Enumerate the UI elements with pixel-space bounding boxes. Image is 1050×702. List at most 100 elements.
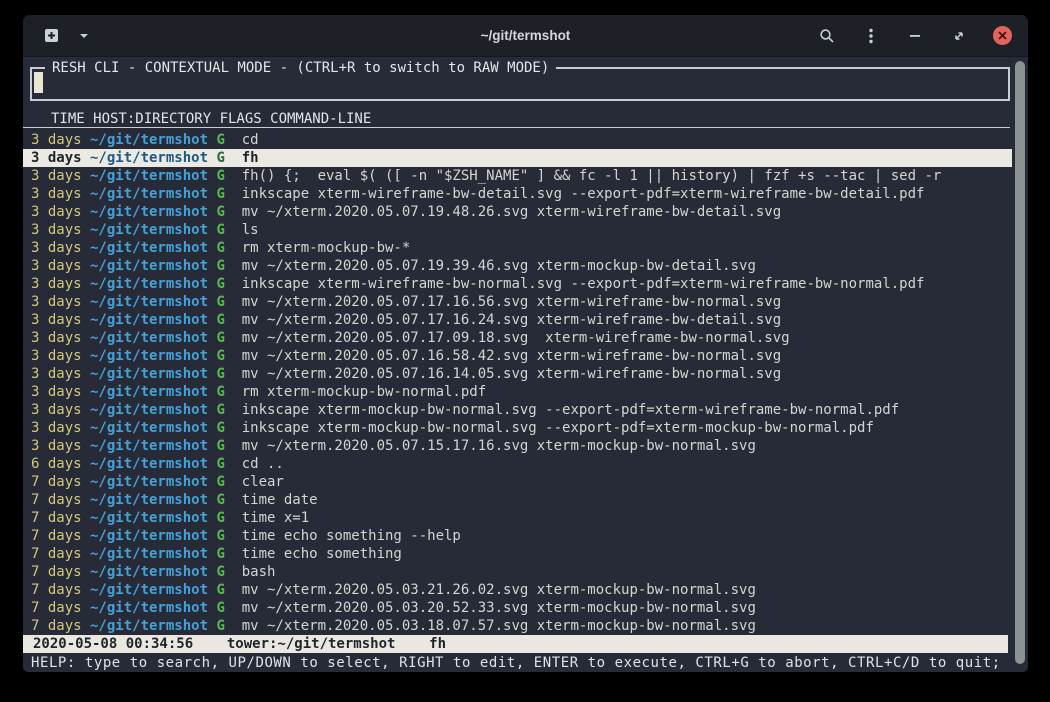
minimize-button[interactable] xyxy=(905,26,925,46)
row-host-directory: ~/git/termshot xyxy=(90,473,208,491)
restore-button[interactable] xyxy=(949,26,969,46)
row-time: 3 days xyxy=(31,383,82,401)
history-row[interactable]: 7 days ~/git/termshot G time echo someth… xyxy=(23,527,1012,545)
history-row[interactable]: 7 days ~/git/termshot G mv ~/xterm.2020.… xyxy=(23,617,1012,635)
history-row[interactable]: 3 days ~/git/termshot G inkscape xterm-m… xyxy=(23,419,1012,437)
row-command: time date xyxy=(242,491,1012,509)
row-flags: G xyxy=(216,437,224,455)
row-command: mv ~/xterm.2020.05.07.17.16.24.svg xterm… xyxy=(242,311,1012,329)
history-row[interactable]: 7 days ~/git/termshot G time date xyxy=(23,491,1012,509)
history-row[interactable]: 7 days ~/git/termshot G mv ~/xterm.2020.… xyxy=(23,581,1012,599)
row-flags: G xyxy=(216,527,224,545)
row-command: fh xyxy=(242,149,1012,167)
row-host-directory: ~/git/termshot xyxy=(90,527,208,545)
row-host-directory: ~/git/termshot xyxy=(90,455,208,473)
row-time: 7 days xyxy=(31,491,82,509)
row-time: 7 days xyxy=(31,527,82,545)
row-host-directory: ~/git/termshot xyxy=(90,347,208,365)
scrollbar-thumb[interactable] xyxy=(1015,61,1025,664)
new-tab-button[interactable] xyxy=(41,26,61,46)
row-command: mv ~/xterm.2020.05.03.21.26.02.svg xterm… xyxy=(242,581,1012,599)
row-flags: G xyxy=(216,311,224,329)
history-row[interactable]: 3 days ~/git/termshot G inkscape xterm-w… xyxy=(23,185,1012,203)
row-command: mv ~/xterm.2020.05.07.16.58.42.svg xterm… xyxy=(242,347,1012,365)
history-row[interactable]: 3 days ~/git/termshot G fh() {; eval $( … xyxy=(23,167,1012,185)
history-row[interactable]: 3 days ~/git/termshot G mv ~/xterm.2020.… xyxy=(23,311,1012,329)
titlebar[interactable]: ~/git/termshot xyxy=(23,15,1028,57)
history-row[interactable]: 6 days ~/git/termshot G cd .. xyxy=(23,455,1012,473)
history-row[interactable]: 3 days ~/git/termshot G mv ~/xterm.2020.… xyxy=(23,347,1012,365)
row-time: 3 days xyxy=(31,401,82,419)
history-row[interactable]: 7 days ~/git/termshot G mv ~/xterm.2020.… xyxy=(23,599,1012,617)
help-line: HELP: type to search, UP/DOWN to select,… xyxy=(23,654,1028,672)
row-host-directory: ~/git/termshot xyxy=(90,437,208,455)
row-host-directory: ~/git/termshot xyxy=(90,401,208,419)
row-flags: G xyxy=(216,275,224,293)
history-row[interactable]: 3 days ~/git/termshot G inkscape xterm-w… xyxy=(23,275,1012,293)
row-time: 7 days xyxy=(31,617,82,635)
new-tab-icon xyxy=(43,28,60,43)
row-time: 7 days xyxy=(31,545,82,563)
row-host-directory: ~/git/termshot xyxy=(90,203,208,221)
history-row[interactable]: 3 days ~/git/termshot G cd xyxy=(23,131,1012,149)
history-row[interactable]: 7 days ~/git/termshot G time x=1 xyxy=(23,509,1012,527)
history-row[interactable]: 7 days ~/git/termshot G time echo someth… xyxy=(23,545,1012,563)
row-command: mv ~/xterm.2020.05.03.18.07.57.svg xterm… xyxy=(242,617,1012,635)
history-row[interactable]: 7 days ~/git/termshot G clear xyxy=(23,473,1012,491)
history-row[interactable]: 3 days ~/git/termshot G mv ~/xterm.2020.… xyxy=(23,257,1012,275)
status-bar: 2020-05-08 00:34:56 tower:~/git/termshot… xyxy=(23,635,1008,653)
row-command: mv ~/xterm.2020.05.03.20.52.33.svg xterm… xyxy=(242,599,1012,617)
status-command: fh xyxy=(429,635,446,653)
row-command: ls xyxy=(242,221,1012,239)
row-time: 7 days xyxy=(31,581,82,599)
row-flags: G xyxy=(216,329,224,347)
row-command: mv ~/xterm.2020.05.07.17.09.18.svg xterm… xyxy=(242,329,1012,347)
history-row[interactable]: 7 days ~/git/termshot G bash xyxy=(23,563,1012,581)
row-host-directory: ~/git/termshot xyxy=(90,599,208,617)
row-host-directory: ~/git/termshot xyxy=(90,545,208,563)
menu-button[interactable] xyxy=(861,26,881,46)
row-time: 3 days xyxy=(31,275,82,293)
restore-icon xyxy=(952,29,966,43)
status-datetime: 2020-05-08 00:34:56 xyxy=(33,635,193,653)
history-row[interactable]: 3 days ~/git/termshot G mv ~/xterm.2020.… xyxy=(23,437,1012,455)
search-box-title: RESH CLI - CONTEXTUAL MODE - (CTRL+R to … xyxy=(45,59,556,77)
terminal-window: ~/git/termshot xyxy=(23,15,1028,672)
history-row[interactable]: 3 days ~/git/termshot G mv ~/xterm.2020.… xyxy=(23,329,1012,347)
row-host-directory: ~/git/termshot xyxy=(90,311,208,329)
row-flags: G xyxy=(216,221,224,239)
row-command: cd .. xyxy=(242,455,1012,473)
row-command: time x=1 xyxy=(242,509,1012,527)
history-row[interactable]: 3 days ~/git/termshot G mv ~/xterm.2020.… xyxy=(23,365,1012,383)
history-row[interactable]: 3 days ~/git/termshot G ls xyxy=(23,221,1012,239)
row-time: 3 days xyxy=(31,257,82,275)
row-command: rm xterm-mockup-bw-normal.pdf xyxy=(242,383,1012,401)
history-row[interactable]: 3 days ~/git/termshot G mv ~/xterm.2020.… xyxy=(23,203,1012,221)
row-command: bash xyxy=(242,563,1012,581)
history-row[interactable]: 3 days ~/git/termshot G inkscape xterm-m… xyxy=(23,401,1012,419)
search-button[interactable] xyxy=(817,26,837,46)
history-row[interactable]: 3 days ~/git/termshot G rm xterm-mockup-… xyxy=(23,383,1012,401)
history-row[interactable]: 3 days ~/git/termshot G rm xterm-mockup-… xyxy=(23,239,1012,257)
history-row[interactable]: 3 days ~/git/termshot G fh xyxy=(23,149,1012,167)
row-host-directory: ~/git/termshot xyxy=(90,257,208,275)
search-icon xyxy=(819,28,835,44)
tab-dropdown-button[interactable] xyxy=(74,26,94,46)
search-input[interactable]: RESH CLI - CONTEXTUAL MODE - (CTRL+R to … xyxy=(30,67,1010,101)
row-time: 7 days xyxy=(31,509,82,527)
history-row[interactable]: 3 days ~/git/termshot G mv ~/xterm.2020.… xyxy=(23,293,1012,311)
row-command: mv ~/xterm.2020.05.07.15.17.16.svg xterm… xyxy=(242,437,1012,455)
minimize-icon xyxy=(909,34,921,38)
row-time: 3 days xyxy=(31,149,82,167)
row-host-directory: ~/git/termshot xyxy=(90,149,208,167)
row-host-directory: ~/git/termshot xyxy=(90,329,208,347)
scrollbar[interactable] xyxy=(1015,61,1025,664)
close-button[interactable] xyxy=(993,26,1012,45)
row-flags: G xyxy=(216,581,224,599)
row-time: 3 days xyxy=(31,437,82,455)
row-command: inkscape xterm-wireframe-bw-detail.svg -… xyxy=(242,185,1012,203)
row-flags: G xyxy=(216,401,224,419)
row-host-directory: ~/git/termshot xyxy=(90,563,208,581)
row-flags: G xyxy=(216,545,224,563)
row-flags: G xyxy=(216,365,224,383)
